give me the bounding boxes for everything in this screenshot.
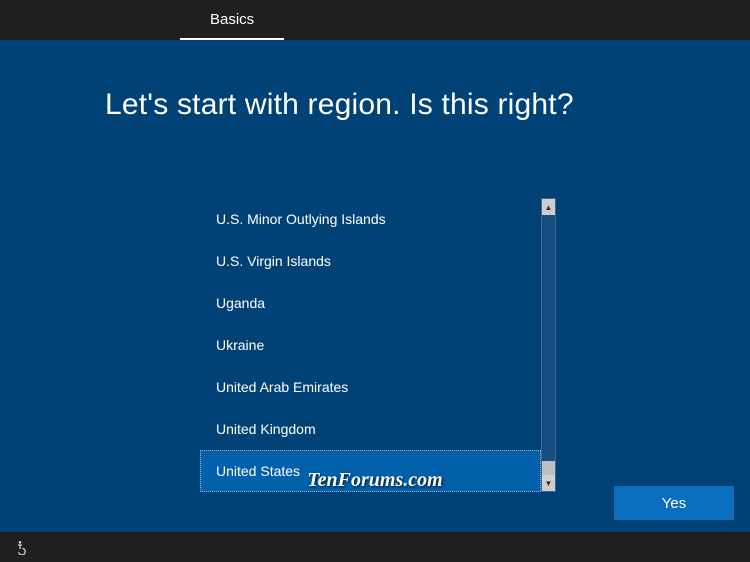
region-item[interactable]: U.S. Minor Outlying Islands — [200, 198, 541, 240]
region-item[interactable]: Ukraine — [200, 324, 541, 366]
main-panel: Let's start with region. Is this right? … — [0, 40, 750, 532]
region-item-label: U.S. Virgin Islands — [216, 253, 331, 269]
yes-button[interactable]: Yes — [614, 486, 734, 520]
accessibility-icon[interactable] — [10, 537, 30, 557]
scrollbar[interactable]: ▲ ▼ — [541, 198, 556, 492]
region-item[interactable]: Uganda — [200, 282, 541, 324]
yes-button-label: Yes — [662, 495, 686, 512]
region-item[interactable]: U.S. Virgin Islands — [200, 240, 541, 282]
scroll-thumb[interactable] — [542, 461, 555, 475]
top-bar: Basics — [0, 0, 750, 40]
bottom-bar — [0, 532, 750, 562]
region-item-label: Ukraine — [216, 337, 264, 353]
region-item-label: U.S. Minor Outlying Islands — [216, 211, 386, 227]
region-item-label: Uganda — [216, 295, 265, 311]
scroll-up-button[interactable]: ▲ — [542, 199, 555, 215]
region-item-label: United Arab Emirates — [216, 379, 348, 395]
region-list-container: U.S. Minor Outlying Islands U.S. Virgin I… — [200, 198, 556, 492]
tab-label: Basics — [210, 11, 254, 28]
region-item[interactable]: United Arab Emirates — [200, 366, 541, 408]
region-item-label: United Kingdom — [216, 421, 316, 437]
scroll-track[interactable] — [542, 215, 555, 475]
region-item[interactable]: United Kingdom — [200, 408, 541, 450]
region-item-label: United States — [216, 463, 300, 479]
tab-basics[interactable]: Basics — [180, 0, 284, 40]
page-heading: Let's start with region. Is this right? — [105, 88, 574, 122]
region-item[interactable]: United States — [200, 450, 541, 492]
region-list[interactable]: U.S. Minor Outlying Islands U.S. Virgin I… — [200, 198, 541, 492]
scroll-down-button[interactable]: ▼ — [542, 475, 555, 491]
